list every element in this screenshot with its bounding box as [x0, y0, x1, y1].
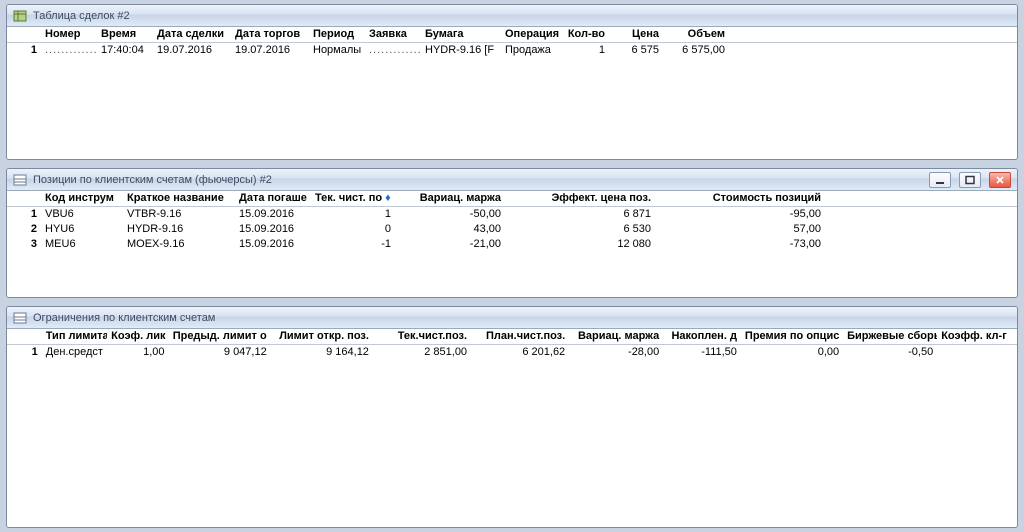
table-icon — [13, 173, 27, 187]
col-header[interactable]: Время — [97, 27, 153, 42]
limits-grid[interactable]: Тип лимита Коэф. лик Предыд. лимит о Лим… — [7, 329, 1017, 527]
col-header[interactable]: Вариац. маржа — [395, 191, 505, 206]
col-header[interactable]: Лимит откр. поз. — [271, 329, 373, 344]
col-header[interactable]: Дата торгов — [231, 27, 309, 42]
sort-asc-icon: ♦ — [385, 192, 391, 204]
col-header[interactable]: Код инструм — [41, 191, 123, 206]
col-header[interactable]: Тек.чист.поз. — [373, 329, 471, 344]
col-header[interactable]: Кол-во — [563, 27, 609, 42]
close-button[interactable] — [989, 172, 1011, 188]
col-header[interactable]: Биржевые сборы — [843, 329, 937, 344]
col-header[interactable]: Вариац. маржа — [569, 329, 663, 344]
col-header[interactable]: Номер — [41, 27, 97, 42]
col-header[interactable]: Операция — [501, 27, 563, 42]
col-header[interactable]: Цена — [609, 27, 663, 42]
deals-icon — [13, 9, 27, 23]
col-header[interactable]: Дата сделки — [153, 27, 231, 42]
limits-panel: Ограничения по клиентским счетам Тип лим… — [6, 306, 1018, 528]
col-header[interactable]: Дата погаше — [235, 191, 311, 206]
table-row[interactable]: 3 MEU6 MOEX-9.16 15.09.2016 -1 -21,00 12… — [7, 236, 1017, 251]
col-header[interactable]: План.чист.поз. — [471, 329, 569, 344]
positions-header-row[interactable]: Код инструм Краткое название Дата погаше… — [7, 191, 1017, 206]
table-row[interactable]: 2 HYU6 HYDR-9.16 15.09.2016 0 43,00 6 53… — [7, 221, 1017, 236]
table-row[interactable]: 1 VBU6 VTBR-9.16 15.09.2016 1 -50,00 6 8… — [7, 206, 1017, 221]
deals-panel: Таблица сделок #2 Номер Время Дата сделк… — [6, 4, 1018, 160]
col-header[interactable]: Период — [309, 27, 365, 42]
col-header[interactable]: Тип лимита — [42, 329, 107, 344]
col-header[interactable]: Коэфф. кл-г — [937, 329, 1017, 344]
minimize-button[interactable] — [929, 172, 951, 188]
col-header[interactable]: Тек. чист. по ♦ — [311, 191, 395, 206]
table-row[interactable]: 1 .................. 17:40:04 19.07.2016… — [7, 42, 1017, 57]
col-header[interactable]: Премия по опцис — [741, 329, 843, 344]
col-header[interactable]: Объем — [663, 27, 729, 42]
col-header[interactable]: Стоимость позиций — [655, 191, 825, 206]
table-icon — [13, 311, 27, 325]
col-header[interactable]: Предыд. лимит о — [169, 329, 271, 344]
col-header[interactable]: Краткое название — [123, 191, 235, 206]
limits-titlebar[interactable]: Ограничения по клиентским счетам — [7, 307, 1017, 329]
positions-titlebar[interactable]: Позиции по клиентским счетам (фьючерсы) … — [7, 169, 1017, 191]
workspace: Таблица сделок #2 Номер Время Дата сделк… — [0, 0, 1024, 532]
limits-header-row[interactable]: Тип лимита Коэф. лик Предыд. лимит о Лим… — [7, 329, 1017, 344]
deals-grid[interactable]: Номер Время Дата сделки Дата торгов Пери… — [7, 27, 1017, 159]
positions-title: Позиции по клиентским счетам (фьючерсы) … — [33, 174, 272, 186]
deals-title: Таблица сделок #2 — [33, 10, 130, 22]
maximize-button[interactable] — [959, 172, 981, 188]
positions-panel: Позиции по клиентским счетам (фьючерсы) … — [6, 168, 1018, 298]
col-header[interactable]: Эффект. цена поз. — [505, 191, 655, 206]
deals-header-row[interactable]: Номер Время Дата сделки Дата торгов Пери… — [7, 27, 1017, 42]
deals-titlebar[interactable]: Таблица сделок #2 — [7, 5, 1017, 27]
col-header[interactable]: Накоплен. д — [663, 329, 741, 344]
col-header[interactable]: Бумага — [421, 27, 501, 42]
limits-title: Ограничения по клиентским счетам — [33, 312, 215, 324]
col-header[interactable]: Заявка — [365, 27, 421, 42]
table-row[interactable]: 1 Ден.средст 1,00 9 047,12 9 164,12 2 85… — [7, 344, 1017, 359]
positions-grid[interactable]: Код инструм Краткое название Дата погаше… — [7, 191, 1017, 297]
col-header[interactable]: Коэф. лик — [107, 329, 168, 344]
